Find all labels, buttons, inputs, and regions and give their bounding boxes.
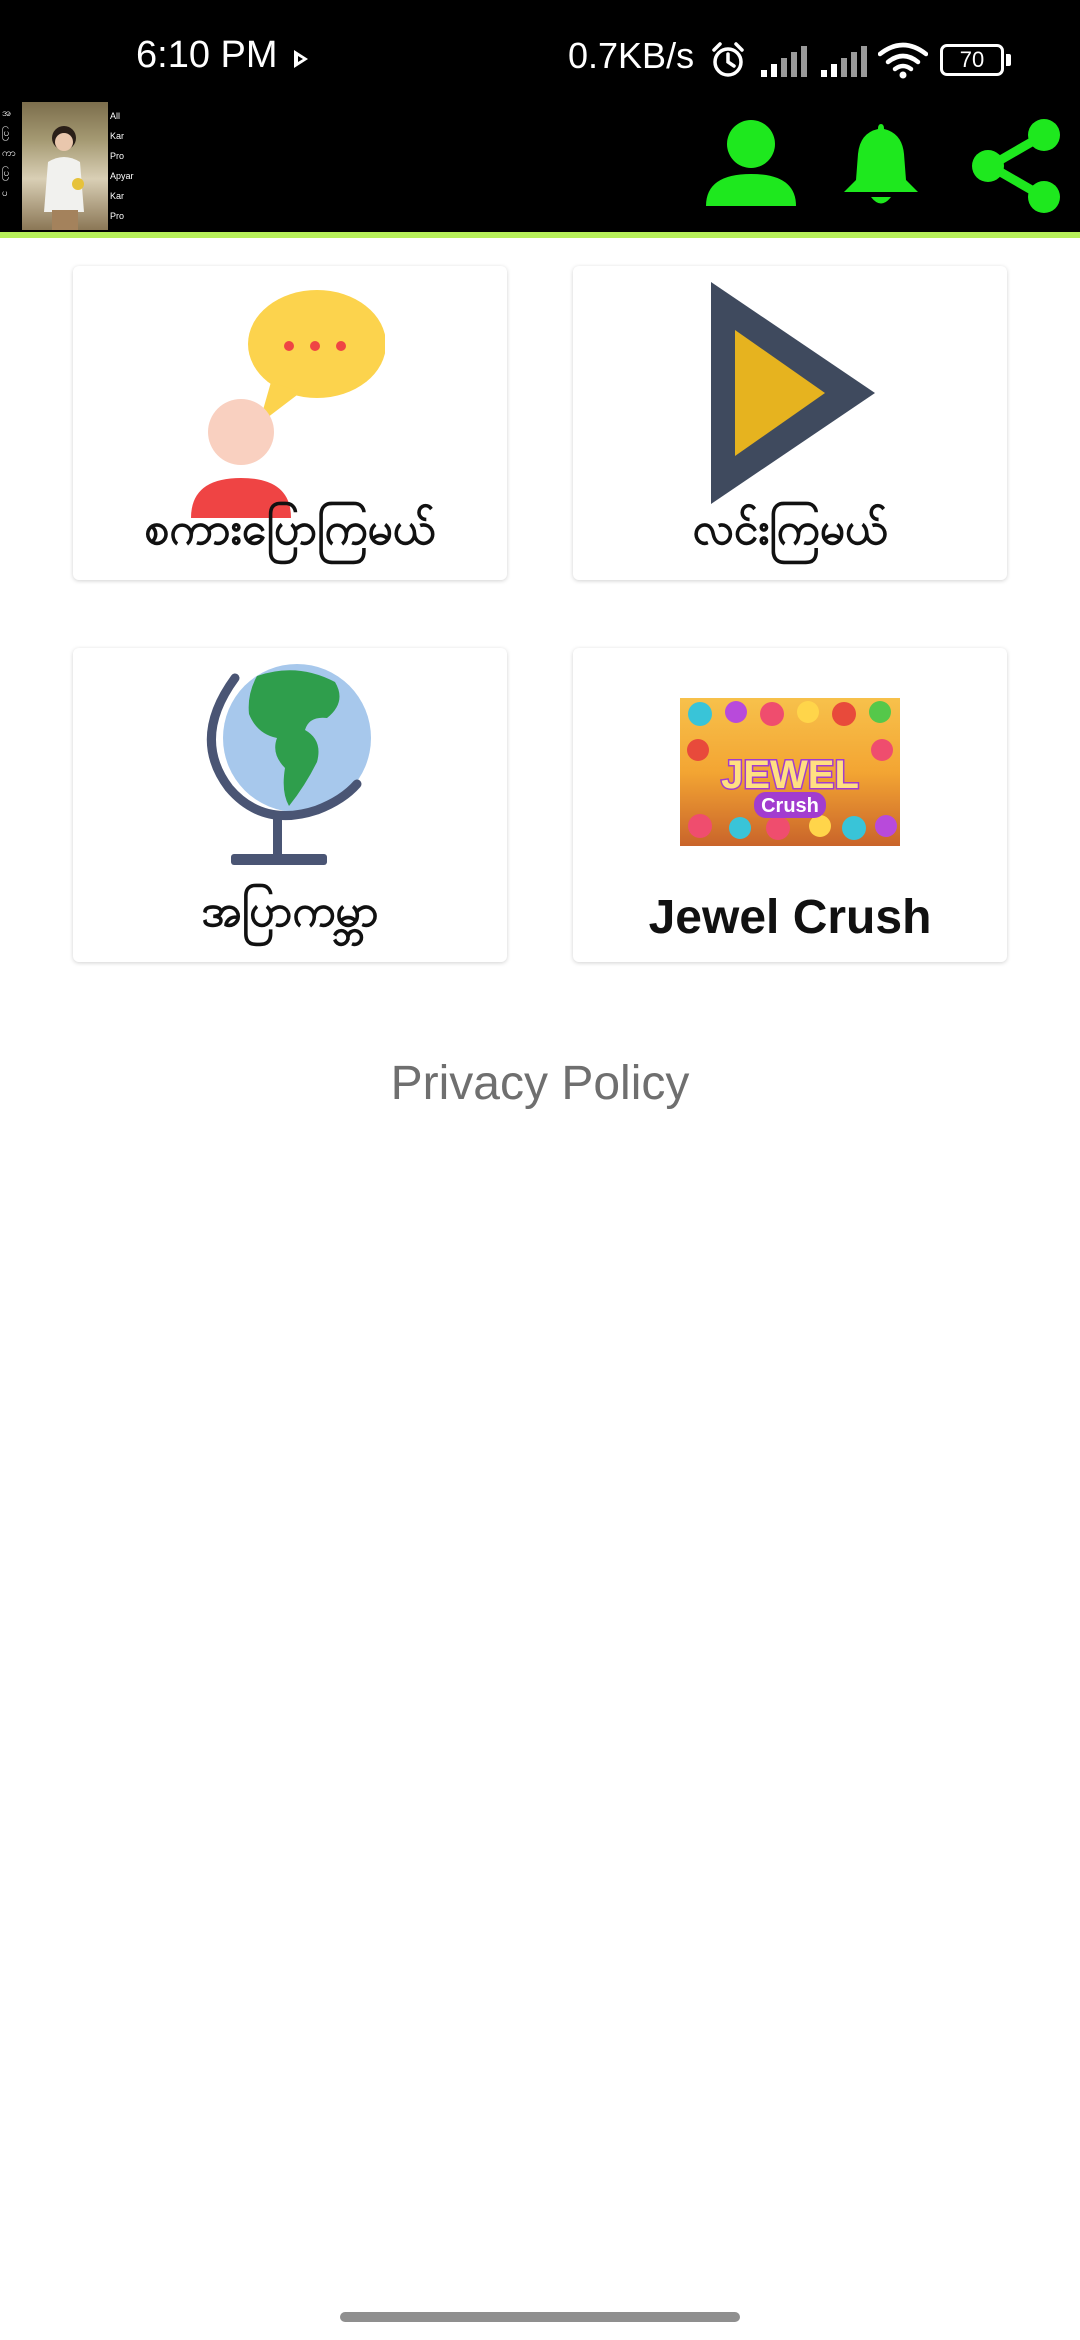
privacy-policy-link[interactable]: Privacy Policy xyxy=(0,1056,1080,1111)
signal-icon xyxy=(761,46,807,77)
share-icon[interactable] xyxy=(968,118,1064,214)
jewel-crush-card[interactable]: JEWEL Crush Jewel Crush xyxy=(573,648,1007,962)
play-icon xyxy=(711,282,875,504)
chat-card[interactable]: စကားပြောကြမယ် xyxy=(73,266,507,580)
app-bar-divider xyxy=(0,232,1080,238)
banner-label: Pro xyxy=(110,211,125,221)
banner-right-labels: All Kar Pro Apyar Kar Pro xyxy=(110,106,136,226)
banner-label: Apyar xyxy=(110,171,134,181)
battery-level: 70 xyxy=(959,47,985,72)
battery-icon: 70 xyxy=(940,44,1004,76)
banner-label: ပ xyxy=(2,188,8,199)
bell-icon[interactable] xyxy=(840,120,922,210)
battery-tip xyxy=(1006,54,1011,66)
chat-card-label: စကားပြောကြမယ် xyxy=(144,504,436,555)
home-indicator[interactable] xyxy=(340,2312,740,2322)
banner-label: Pro xyxy=(110,151,125,161)
globe-card-label: အပြာကမ္ဘာ xyxy=(201,886,379,937)
jewel-crush-card-label: Jewel Crush xyxy=(648,891,932,944)
globe-card[interactable]: အပြာကမ္ဘာ xyxy=(73,648,507,962)
person-photo xyxy=(44,126,84,230)
play-icon xyxy=(294,50,308,68)
banner-label: Kar xyxy=(110,191,125,201)
profile-icon[interactable] xyxy=(704,116,798,208)
banner-label: ပြ xyxy=(2,128,10,139)
play-card-label: လင်းကြမယ် xyxy=(692,504,888,555)
banner-label: ကာ xyxy=(2,148,16,159)
banner-ad[interactable]: အ ပြ ကာ ပြ ပ All Kar Pro Apyar Kar Pro xyxy=(0,100,134,232)
signal-icon xyxy=(821,46,867,77)
globe-icon xyxy=(207,664,371,865)
status-bar: 6:10 PM 0.7KB/s 70 xyxy=(0,0,1080,100)
banner-label: ပြ xyxy=(2,168,10,179)
chat-bubble-person-icon xyxy=(191,290,385,518)
status-time: 6:10 PM xyxy=(136,34,278,76)
banner-label: အ xyxy=(2,108,12,119)
jewel-crush-game-thumbnail: JEWEL Crush xyxy=(680,698,900,846)
network-speed: 0.7KB/s xyxy=(568,35,695,76)
banner-photo xyxy=(22,102,108,230)
banner-label: All xyxy=(110,111,121,121)
jewel-logo-subtitle: Crush xyxy=(761,795,819,817)
jewel-logo-title: JEWEL xyxy=(721,753,859,797)
wifi-icon xyxy=(878,42,928,79)
banner-left-labels: အ ပြ ကာ ပြ ပ xyxy=(2,104,22,204)
banner-label: Kar xyxy=(110,131,125,141)
play-card[interactable]: လင်းကြမယ် xyxy=(573,266,1007,580)
alarm-icon xyxy=(712,42,744,77)
